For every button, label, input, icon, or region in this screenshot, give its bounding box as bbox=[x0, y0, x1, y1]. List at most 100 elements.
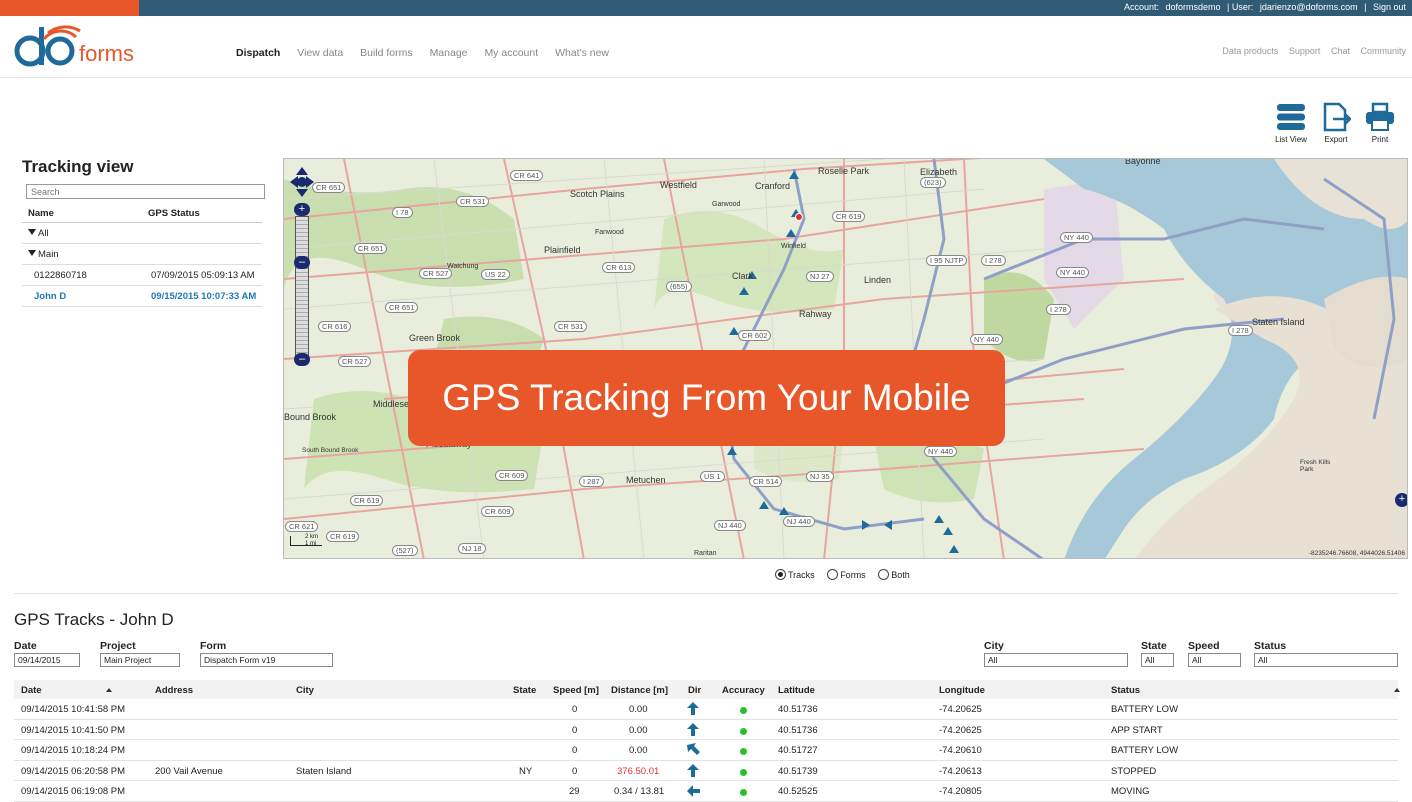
nav-data-products[interactable]: Data products bbox=[1222, 46, 1278, 56]
tracking-view-title: Tracking view bbox=[22, 157, 134, 176]
zoom-in-button[interactable]: + bbox=[294, 203, 310, 216]
route-shield: NJ 27 bbox=[806, 271, 834, 282]
map-label: Bound Brook bbox=[284, 412, 337, 422]
filter-date-input[interactable] bbox=[14, 653, 80, 667]
filter-speed-input[interactable] bbox=[1188, 653, 1241, 667]
route-shield: NY 440 bbox=[924, 446, 957, 457]
radio-tracks[interactable]: Tracks bbox=[775, 569, 815, 580]
nav-my-account[interactable]: My account bbox=[484, 47, 538, 59]
cell-city: Staten Island bbox=[296, 765, 352, 777]
export-button[interactable]: Export bbox=[1316, 102, 1356, 144]
gps-tracks-table: Date Address City State Speed [m] Distan… bbox=[14, 680, 1400, 802]
col-speed[interactable]: Speed [m] bbox=[553, 685, 599, 696]
route-shield: I 78 bbox=[392, 207, 413, 218]
nav-whats-new[interactable]: What's new bbox=[555, 47, 609, 59]
secondary-nav: Data products Support Chat Community bbox=[1214, 46, 1406, 56]
radio-label: Tracks bbox=[788, 570, 815, 580]
tracking-table-header: Name GPS Status bbox=[22, 204, 262, 223]
scale-km: 2 km bbox=[305, 534, 319, 540]
radio-button[interactable] bbox=[878, 569, 890, 580]
tracking-search-input[interactable] bbox=[26, 184, 265, 199]
col-dir[interactable]: Dir bbox=[688, 685, 701, 696]
cell-speed: 0 bbox=[572, 765, 578, 777]
table-row[interactable]: 09/14/2015 06:19:08 PM 29 0.34 / 13.81 4… bbox=[14, 781, 1398, 802]
route-shield: NJ 440 bbox=[783, 516, 815, 527]
zoom-handle[interactable]: – bbox=[294, 256, 310, 269]
sort-asc-icon[interactable] bbox=[1394, 688, 1400, 692]
sort-asc-icon[interactable] bbox=[105, 688, 112, 692]
filter-form-input[interactable] bbox=[200, 653, 333, 667]
map-label: Watchung bbox=[447, 263, 479, 270]
col-state[interactable]: State bbox=[513, 685, 536, 696]
nav-manage[interactable]: Manage bbox=[430, 47, 468, 59]
user-value: jdarienzo@doforms.com bbox=[1259, 2, 1358, 12]
nav-dispatch[interactable]: Dispatch bbox=[236, 47, 280, 59]
tree-node-main[interactable]: Main bbox=[22, 244, 262, 265]
nav-build-forms[interactable]: Build forms bbox=[360, 47, 413, 59]
col-status[interactable]: Status bbox=[1111, 685, 1140, 696]
col-date[interactable]: Date bbox=[21, 685, 112, 696]
list-view-button[interactable]: List View bbox=[1271, 102, 1311, 144]
layer-switcher-button[interactable]: + bbox=[1395, 493, 1407, 507]
table-row[interactable]: 09/14/2015 06:20:58 PM 200 Vail Avenue S… bbox=[14, 761, 1398, 781]
cell-longitude: -74.20805 bbox=[939, 786, 982, 797]
sign-out-link[interactable]: Sign out bbox=[1373, 2, 1406, 12]
route-shield: CR 616 bbox=[318, 321, 352, 332]
col-longitude[interactable]: Longitude bbox=[939, 685, 985, 696]
route-shield: CR 619 bbox=[832, 211, 866, 222]
route-shield: US 1 bbox=[700, 471, 725, 482]
col-gps-status[interactable]: GPS Status bbox=[148, 208, 200, 219]
filter-city-input[interactable] bbox=[984, 653, 1128, 667]
radio-button[interactable] bbox=[827, 569, 839, 580]
map-label: Roselle Park bbox=[818, 166, 870, 176]
cell-speed: 0 bbox=[572, 704, 578, 715]
zoom-out-button[interactable]: – bbox=[294, 353, 310, 366]
map-label: Fanwood bbox=[595, 229, 624, 236]
filter-status-input[interactable] bbox=[1254, 653, 1398, 667]
route-shield: (623) bbox=[920, 177, 946, 188]
col-address[interactable]: Address bbox=[155, 685, 193, 696]
cell-distance: 0.00 bbox=[629, 724, 648, 736]
nav-chat[interactable]: Chat bbox=[1331, 46, 1350, 56]
filter-state-input[interactable] bbox=[1141, 653, 1174, 667]
print-button[interactable]: Print bbox=[1360, 102, 1400, 144]
zoom-slider[interactable] bbox=[295, 216, 309, 356]
nav-support[interactable]: Support bbox=[1289, 46, 1321, 56]
device-row-selected[interactable]: John D 09/15/2015 10:07:33 AM bbox=[22, 286, 262, 307]
collapse-triangle-icon[interactable] bbox=[28, 250, 36, 256]
doforms-logo[interactable]: forms bbox=[14, 23, 154, 71]
nav-view-data[interactable]: View data bbox=[297, 47, 343, 59]
col-city[interactable]: City bbox=[296, 685, 314, 696]
filter-state-label: State bbox=[1141, 640, 1167, 652]
status-sort[interactable] bbox=[1388, 685, 1400, 696]
route-shield: (527) bbox=[392, 545, 418, 556]
collapse-triangle-icon[interactable] bbox=[28, 229, 36, 235]
table-row[interactable]: 09/14/2015 10:41:58 PM 0 0.00 40.51736 -… bbox=[14, 699, 1398, 720]
col-latitude[interactable]: Latitude bbox=[778, 685, 815, 696]
radio-forms[interactable]: Forms bbox=[827, 569, 866, 580]
filter-date: Date bbox=[14, 640, 80, 667]
cell-address: 200 Vail Avenue bbox=[155, 765, 223, 777]
table-row[interactable]: 09/14/2015 10:18:24 PM 0 0.00 40.51727 -… bbox=[14, 740, 1398, 761]
nav-community[interactable]: Community bbox=[1360, 46, 1406, 56]
radio-button[interactable] bbox=[775, 569, 786, 580]
map-label: Linden bbox=[864, 275, 892, 285]
route-shield: NJ 440 bbox=[714, 520, 746, 531]
col-distance[interactable]: Distance [m] bbox=[611, 685, 668, 696]
col-accuracy[interactable]: Accuracy bbox=[722, 685, 765, 696]
filter-form-label: Form bbox=[200, 640, 227, 652]
cell-latitude: 40.51736 bbox=[778, 724, 818, 736]
filter-status: Status bbox=[1254, 640, 1398, 667]
pan-control[interactable] bbox=[289, 166, 315, 198]
cell-latitude: 40.51727 bbox=[778, 745, 818, 756]
list-view-label: List View bbox=[1275, 135, 1307, 144]
table-row[interactable]: 09/14/2015 10:41:50 PM 0 0.00 40.51736 -… bbox=[14, 720, 1398, 740]
direction-up-icon bbox=[687, 702, 699, 718]
map-view[interactable]: Bayonne Roselle Park Elizabeth Scotch Pl… bbox=[283, 158, 1408, 559]
filter-project-input[interactable] bbox=[100, 653, 180, 667]
col-name[interactable]: Name bbox=[28, 208, 54, 219]
device-row[interactable]: 0122860718 07/09/2015 05:09:13 AM bbox=[22, 265, 262, 286]
route-shield: I 278 bbox=[1046, 304, 1071, 315]
tree-node-all[interactable]: All bbox=[22, 223, 262, 244]
radio-both[interactable]: Both bbox=[878, 569, 910, 580]
